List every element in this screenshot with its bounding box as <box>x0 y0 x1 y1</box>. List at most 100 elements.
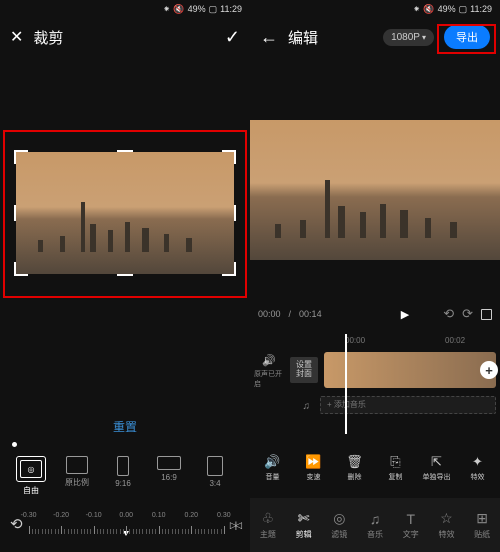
ruler-tick-label: 0.00 <box>119 512 133 519</box>
edit-panel: ⁕ 🔇 49% ▢ 11:29 编辑 1080P 导出 <box>250 0 500 552</box>
tab-icon: ♧ <box>262 510 275 527</box>
tool-icon: ⏩ <box>306 454 322 470</box>
tool-icon: ✦ <box>470 454 486 470</box>
redo-icon[interactable] <box>462 306 473 322</box>
tab-滤镜[interactable]: ◎滤镜 <box>321 498 357 552</box>
time-sep: / <box>289 309 292 319</box>
rotation-ruler[interactable]: -0.30-0.20-0.100.000.100.200.30 <box>29 512 224 536</box>
ruler-tick-label: 0.10 <box>152 512 166 519</box>
tab-音乐[interactable]: ♫ 音乐 <box>357 498 393 552</box>
tool-0[interactable]: 🔊 音量 <box>255 454 291 482</box>
tab-贴纸[interactable]: ⊞贴纸 <box>464 498 500 552</box>
resolution-select[interactable]: 1080P <box>383 29 434 46</box>
tool-icon: ⎘ <box>388 454 404 470</box>
ruler-tick-label: 0.20 <box>184 512 198 519</box>
tool-icon: 🔊 <box>265 454 281 470</box>
tool-icon: 🗑 <box>347 454 363 470</box>
ratio-label: 9:16 <box>115 479 131 488</box>
video-clip[interactable]: + <box>324 352 496 388</box>
crop-handle-bl[interactable] <box>14 262 28 276</box>
ratio-label: 3:4 <box>209 479 220 488</box>
crop-handle-br[interactable] <box>222 262 236 276</box>
crop-handle-top[interactable] <box>117 150 133 152</box>
tool-2[interactable]: 🗑删除 <box>337 454 373 482</box>
crop-handle-left[interactable] <box>14 205 16 221</box>
tab-label: 剪辑 <box>296 529 312 540</box>
tool-1[interactable]: ⏩ 变速 <box>296 454 332 482</box>
ruler-tick-label: 0.30 <box>217 512 231 519</box>
time-current: 00:00 <box>258 309 281 319</box>
ruler-tick-label: -0.10 <box>86 512 102 519</box>
reset-button[interactable]: 重置 <box>0 418 250 435</box>
ratio-free[interactable]: ◎ 自由 <box>10 456 52 496</box>
mute-icon: 🔇 <box>173 4 184 15</box>
tab-label: 主题 <box>260 529 276 540</box>
speaker-icon[interactable] <box>262 351 276 369</box>
tab-label: 特效 <box>438 529 454 540</box>
tab-特效[interactable]: ☆ 特效 <box>429 498 465 552</box>
tab-label: 文字 <box>403 529 419 540</box>
crop-handle-right[interactable] <box>234 205 236 221</box>
video-preview[interactable] <box>250 120 500 260</box>
ratio-9-16[interactable]: 9:16 <box>102 456 144 496</box>
bluetooth-icon: ⁕ <box>163 4 171 15</box>
tab-icon: ♫ <box>370 511 381 527</box>
tool-5[interactable]: ✦特效 <box>460 454 496 482</box>
set-cover-button[interactable]: 设置封面 <box>290 357 318 383</box>
undo-icon[interactable] <box>443 306 454 322</box>
status-bar-right: ⁕ 🔇 49% ▢ 11:29 <box>250 0 500 18</box>
ratio-label: 自由 <box>23 485 39 496</box>
close-icon[interactable] <box>10 27 23 47</box>
tab-icon: ✄ <box>298 510 310 527</box>
original-sound-label: 原声已开启 <box>254 369 284 389</box>
ruler-tick-label: -0.20 <box>53 512 69 519</box>
tool-4[interactable]: ⇱ 单独导出 <box>419 454 455 482</box>
add-clip-button[interactable]: + <box>480 361 498 379</box>
tool-icon: ⇱ <box>429 454 445 470</box>
mute-icon: 🔇 <box>423 4 434 15</box>
annotation-highlight-export <box>437 24 496 54</box>
confirm-icon[interactable] <box>225 27 240 48</box>
tab-剪辑[interactable]: ✄ 剪辑 <box>286 498 322 552</box>
crop-handle-bottom[interactable] <box>117 274 133 276</box>
battery-pct: 49% <box>438 4 456 14</box>
tool-label: 变速 <box>307 472 321 482</box>
crop-handle-tr[interactable] <box>222 150 236 164</box>
tab-icon: ☆ <box>440 510 453 527</box>
crop-title: 裁剪 <box>33 27 63 48</box>
tab-文字[interactable]: T 文字 <box>393 498 429 552</box>
crop-frame[interactable] <box>16 152 234 274</box>
ratio-original[interactable]: 原比例 <box>56 456 98 496</box>
tab-icon: T <box>406 511 415 527</box>
ratio-3-4[interactable]: 3:4 <box>194 456 236 496</box>
crop-handle-tl[interactable] <box>14 150 28 164</box>
flip-icon[interactable] <box>230 515 240 533</box>
ratio-label: 16:9 <box>161 473 177 482</box>
playhead[interactable] <box>345 334 347 434</box>
crop-panel: ⁕ 🔇 49% ▢ 11:29 裁剪 <box>0 0 250 552</box>
bottom-tabs: ♧ 主题 ✄ 剪辑 ◎滤镜 ♫ 音乐 T 文字 ☆ 特效 ⊞贴纸 <box>250 498 500 552</box>
timestamp: 00:02 <box>445 336 465 345</box>
back-icon[interactable] <box>260 27 278 48</box>
crop-topbar: 裁剪 <box>0 18 250 56</box>
battery-icon: ▢ <box>209 4 218 15</box>
tab-label: 音乐 <box>367 529 383 540</box>
rotation-ruler-row: -0.30-0.20-0.100.000.100.200.30 <box>0 512 250 536</box>
tool-label: 音量 <box>266 472 280 482</box>
tab-icon: ⊞ <box>476 510 488 527</box>
fullscreen-icon[interactable] <box>481 309 492 320</box>
music-note-icon <box>303 396 311 414</box>
play-icon[interactable] <box>401 308 409 321</box>
indicator-dot <box>12 442 17 447</box>
tool-label: 单独导出 <box>423 472 451 482</box>
ratio-16-9[interactable]: 16:9 <box>148 456 190 496</box>
tool-3[interactable]: ⎘ 复制 <box>378 454 414 482</box>
clock: 11:29 <box>220 4 242 14</box>
ratio-label: 原比例 <box>65 477 89 488</box>
tool-label: 复制 <box>389 472 403 482</box>
bluetooth-icon: ⁕ <box>413 4 421 15</box>
playback-controls: 00:00 / 00:14 <box>250 306 500 322</box>
edit-title: 编辑 <box>288 27 318 48</box>
tab-label: 滤镜 <box>331 529 347 540</box>
tab-主题[interactable]: ♧ 主题 <box>250 498 286 552</box>
